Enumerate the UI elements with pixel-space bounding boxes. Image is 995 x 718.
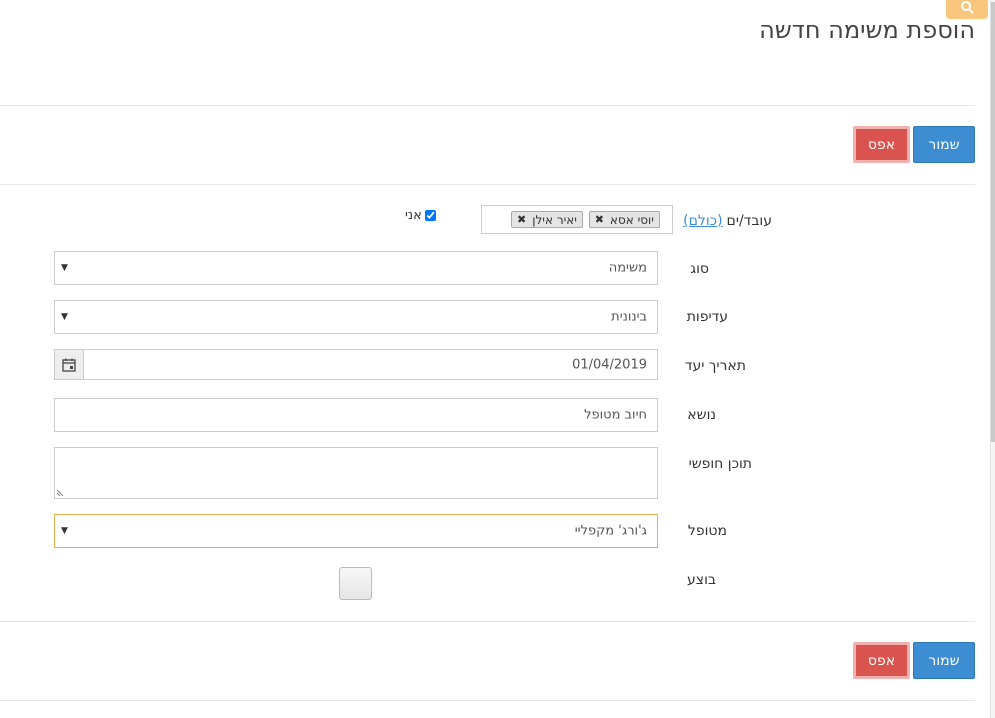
divider — [0, 105, 975, 106]
remove-tag-icon[interactable]: ✖ — [595, 213, 604, 226]
due-date-input[interactable]: 01/04/2019 — [54, 349, 658, 380]
chevron-down-icon: ▼ — [61, 263, 68, 273]
page-title: הוספת משימה חדשה — [759, 16, 975, 44]
priority-label: עדיפות — [686, 309, 728, 325]
workers-label: עובד/ים — [726, 213, 772, 229]
patient-label: מטופל — [687, 523, 727, 539]
reset-button-bottom[interactable]: אפס — [853, 642, 910, 679]
subject-label: נושא — [687, 407, 716, 423]
divider — [0, 700, 975, 701]
chevron-down-icon: ▼ — [61, 526, 68, 536]
divider — [0, 621, 975, 622]
type-value: משימה — [608, 260, 647, 276]
me-checkbox[interactable] — [424, 210, 436, 221]
worker-tag-label: יאיר אילן — [532, 212, 577, 227]
save-button-bottom[interactable]: שמור — [913, 642, 975, 679]
chevron-down-icon: ▼ — [61, 312, 68, 322]
reset-button-top[interactable]: אפס — [853, 126, 910, 163]
type-select[interactable]: משימה ▼ — [54, 251, 658, 285]
scrollbar[interactable] — [990, 0, 995, 718]
subject-input[interactable]: חיוב מטופל — [54, 398, 658, 432]
search-icon — [961, 0, 974, 14]
me-checkbox-group[interactable]: אני — [405, 208, 436, 223]
all-workers-link[interactable]: (כולם) — [683, 213, 722, 229]
subject-value: חיוב מטופל — [584, 407, 647, 423]
free-text-label: תוכן חופשי — [688, 456, 752, 472]
calendar-icon — [62, 358, 76, 372]
due-date-value: 01/04/2019 — [572, 357, 647, 372]
patient-select[interactable]: ג'ורג' מקפליי ▼ — [54, 514, 658, 548]
calendar-button[interactable] — [54, 349, 84, 380]
save-button-top[interactable]: שמור — [913, 126, 975, 163]
done-label: בוצע — [687, 572, 716, 588]
worker-tag[interactable]: יאיר אילן ✖ — [511, 211, 583, 228]
free-text-textarea[interactable] — [54, 447, 658, 499]
done-checkbox[interactable] — [339, 567, 372, 600]
priority-select[interactable]: בינונית ▼ — [54, 300, 658, 334]
worker-tag[interactable]: יוסי אסא ✖ — [588, 211, 660, 228]
workers-label-row: עובד/ים (כולם) — [683, 213, 772, 229]
patient-value: ג'ורג' מקפליי — [574, 523, 647, 539]
me-label: אני — [405, 208, 422, 223]
workers-multiselect[interactable]: יוסי אסא ✖ יאיר אילן ✖ — [481, 205, 673, 234]
priority-value: בינונית — [611, 309, 647, 325]
resize-handle-icon[interactable] — [57, 488, 65, 496]
type-label: סוג — [690, 261, 709, 277]
divider — [0, 184, 975, 185]
worker-tag-label: יוסי אסא — [609, 212, 654, 227]
remove-tag-icon[interactable]: ✖ — [517, 213, 526, 226]
due-date-label: תאריך יעד — [684, 358, 746, 374]
